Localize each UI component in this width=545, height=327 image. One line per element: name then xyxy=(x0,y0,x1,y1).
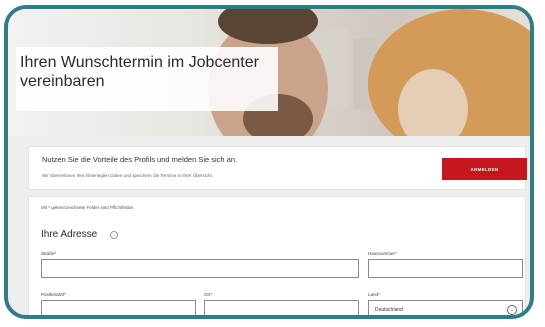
login-subtitle: Wir übernehmen Ihre hinterlegten Daten u… xyxy=(42,173,214,178)
chevron-down-icon: ⌄ xyxy=(507,305,517,315)
street-input[interactable] xyxy=(41,259,359,278)
login-title: Nutzen Sie die Vorteile des Profils und … xyxy=(42,155,238,164)
country-select[interactable]: Deutschland ⌄ xyxy=(368,300,523,315)
section-title: Ihre Adresse xyxy=(41,229,98,240)
login-card: Nutzen Sie die Vorteile des Profils und … xyxy=(28,146,527,190)
street-label: Straße* xyxy=(41,251,57,256)
city-label: Ort* xyxy=(204,292,213,297)
postal-code-input[interactable] xyxy=(41,300,196,315)
country-value: Deutschland xyxy=(375,306,403,313)
postal-code-label: Postleitzahl* xyxy=(41,292,66,297)
country-label: Land* xyxy=(368,292,380,297)
address-form: Mit * gekennzeichnete Felder sind Pflich… xyxy=(28,196,526,315)
house-number-input[interactable] xyxy=(368,259,523,278)
login-button[interactable]: ANMELDEN xyxy=(442,158,527,180)
hero-banner: Ihren Wunschtermin im Jobcenter vereinba… xyxy=(8,9,530,136)
city-input[interactable] xyxy=(204,300,359,315)
screenshot-frame: Ihren Wunschtermin im Jobcenter vereinba… xyxy=(4,5,534,319)
house-number-label: Hausnummer* xyxy=(368,251,397,256)
page-title: Ihren Wunschtermin im Jobcenter vereinba… xyxy=(20,54,259,90)
required-fields-note: Mit * gekennzeichnete Felder sind Pflich… xyxy=(41,205,135,210)
info-icon[interactable]: i xyxy=(110,231,118,239)
